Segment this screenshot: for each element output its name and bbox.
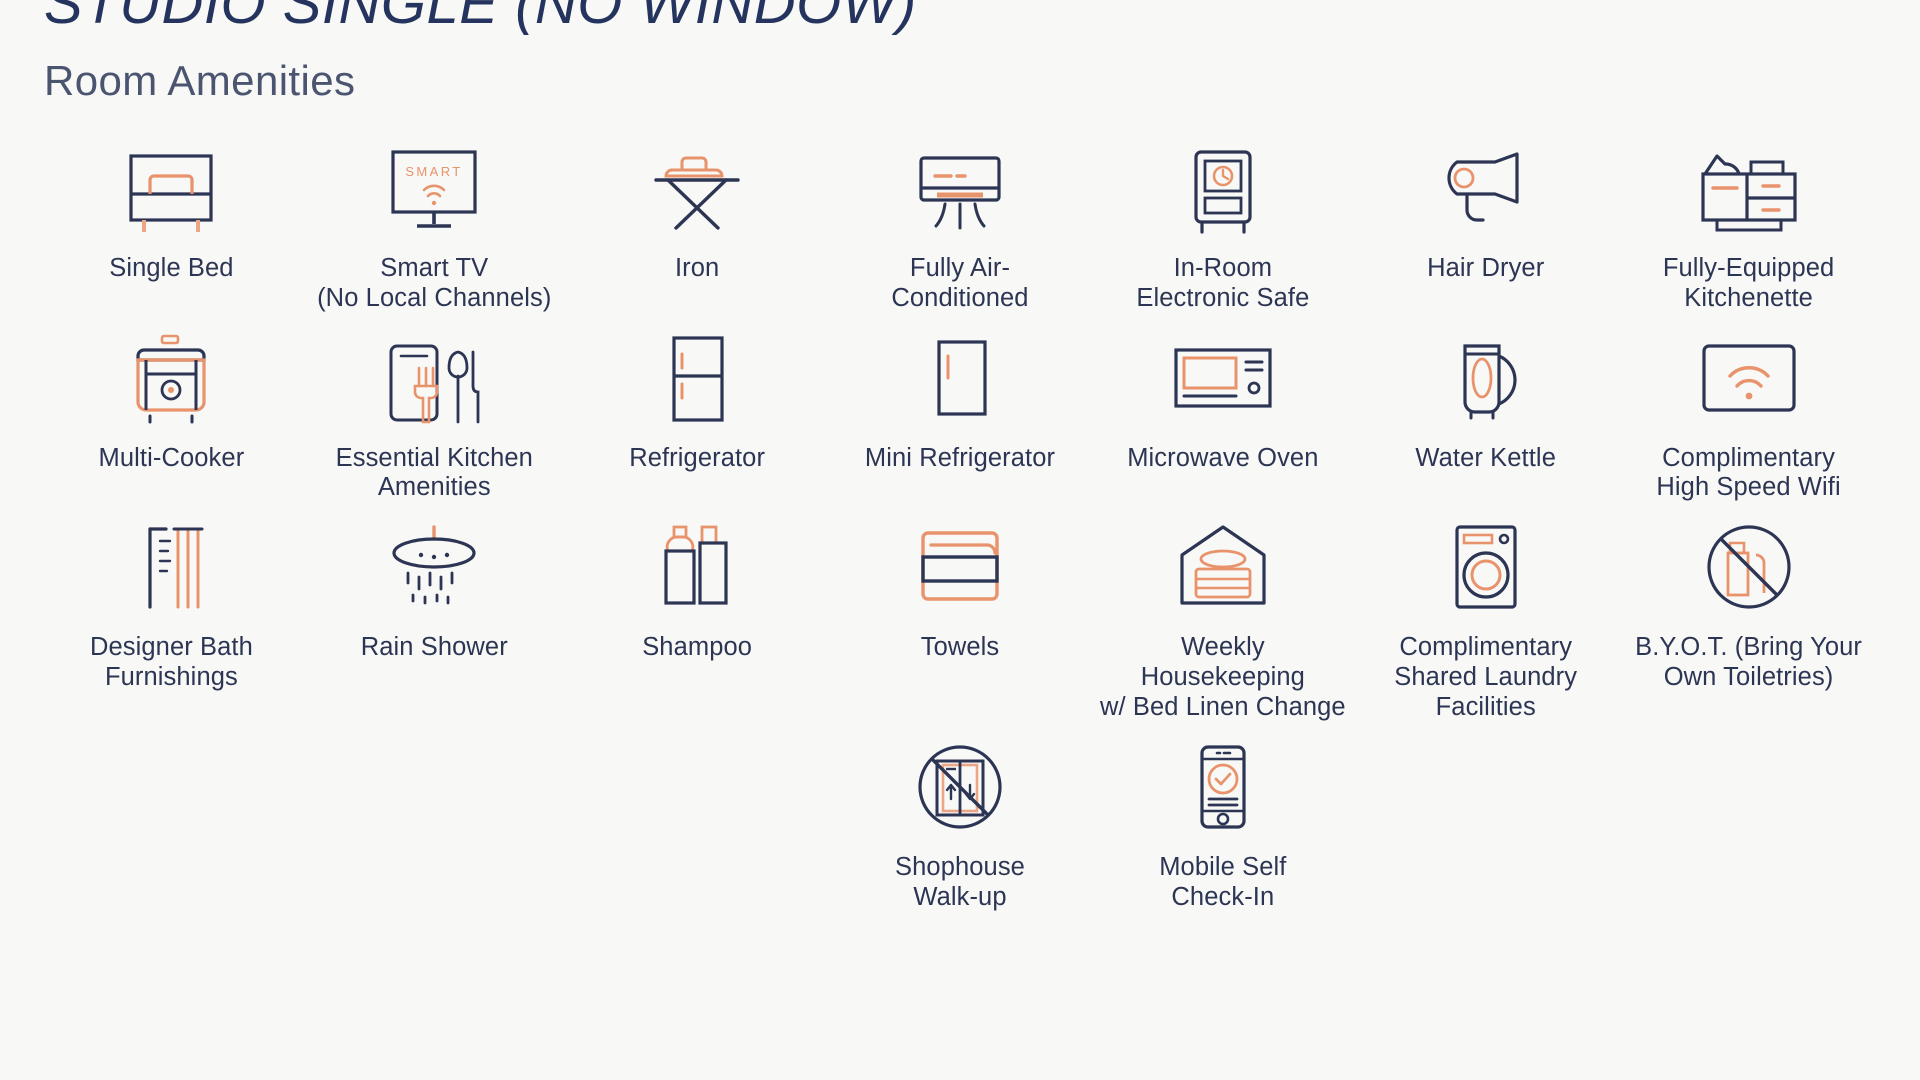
amenity-item-kitchenette: Fully-Equipped Kitchenette (1617, 140, 1880, 314)
hair-dryer-icon (1426, 140, 1546, 240)
single-bed-icon (111, 140, 231, 240)
amenity-item-microwave: Microwave Oven (1091, 330, 1354, 504)
amenity-label: Smart TV (No Local Channels) (317, 254, 552, 312)
amenity-item-hair-dryer: Hair Dryer (1354, 140, 1617, 314)
amenity-label: Essential Kitchen Amenities (335, 443, 533, 502)
mobile-checkin-icon (1163, 739, 1283, 839)
housekeeping-icon (1163, 519, 1283, 619)
smart-tv-icon: SMART (374, 140, 494, 240)
amenities-grid: Single Bed SMART Smart TV (No Local Chan… (40, 140, 1880, 912)
amenity-item-single-bed: Single Bed (40, 140, 303, 314)
amenity-label: Hair Dryer (1427, 254, 1545, 282)
section-subtitle: Room Amenities (44, 57, 356, 104)
amenity-item-smart-tv: SMART Smart TV (No Local Channels) (303, 140, 566, 314)
amenity-item-byot: B.Y.O.T. (Bring Your Own Toiletries) (1617, 519, 1880, 722)
amenity-item-multi-cooker: Multi-Cooker (40, 330, 303, 504)
safe-icon (1163, 140, 1283, 240)
amenity-label: Multi-Cooker (98, 443, 245, 472)
amenity-label: Microwave Oven (1127, 443, 1319, 472)
kettle-icon (1426, 330, 1546, 430)
amenity-label: Refrigerator (629, 443, 766, 472)
amenity-item-bath-furnishings: Designer Bath Furnishings (40, 519, 303, 722)
amenity-label: Iron (674, 254, 720, 282)
amenity-item-mobile-checkin: Mobile Self Check-In (1091, 739, 1354, 913)
rain-shower-icon (374, 519, 494, 619)
no-elevator-icon (900, 739, 1020, 839)
amenity-label: Weekly Housekeeping w/ Bed Linen Change (1099, 633, 1346, 721)
amenity-item-towels: Towels (829, 519, 1092, 722)
amenity-label: Fully-Equipped Kitchenette (1662, 254, 1835, 312)
amenity-item-refrigerator: Refrigerator (566, 330, 829, 504)
amenities-page: STUDIO SINGLE (NO WINDOW) Room Amenities… (0, 0, 1920, 1080)
amenity-item-shared-laundry: Complimentary Shared Laundry Facilities (1354, 519, 1617, 722)
towels-icon (900, 519, 1020, 619)
multi-cooker-icon (111, 330, 231, 430)
amenity-label: Shophouse Walk-up (895, 852, 1025, 911)
amenity-label: Complimentary Shared Laundry Facilities (1394, 633, 1578, 721)
washing-machine-icon (1426, 519, 1546, 619)
amenity-label: Complimentary High Speed Wifi (1656, 443, 1841, 502)
air-conditioner-icon (900, 140, 1020, 240)
cutlery-icon (374, 330, 494, 430)
amenity-label: Shampoo (642, 633, 753, 662)
amenity-label: Towels (920, 633, 1000, 662)
amenity-item-iron: Iron (566, 140, 829, 314)
page-title: STUDIO SINGLE (NO WINDOW) (44, 0, 917, 36)
smart-tv-label: SMART (406, 164, 463, 179)
amenity-item-electronic-safe: In-Room Electronic Safe (1091, 140, 1354, 314)
amenity-label: Water Kettle (1415, 443, 1556, 472)
amenity-label: Mini Refrigerator (864, 443, 1056, 472)
iron-icon (637, 140, 757, 240)
amenity-item-kitchen-amenities: Essential Kitchen Amenities (303, 330, 566, 504)
amenity-label: Single Bed (109, 254, 234, 282)
amenity-label: Fully Air- Conditioned (891, 254, 1029, 312)
no-toiletries-icon (1689, 519, 1809, 619)
amenity-label: B.Y.O.T. (Bring Your Own Toiletries) (1635, 633, 1863, 692)
wifi-icon (1689, 330, 1809, 430)
amenity-item-shampoo: Shampoo (566, 519, 829, 722)
amenity-label: Rain Shower (360, 633, 508, 662)
shampoo-icon (637, 519, 757, 619)
amenity-label: Designer Bath Furnishings (89, 633, 253, 692)
amenity-item-shophouse-walkup: Shophouse Walk-up (829, 739, 1092, 913)
mini-refrigerator-icon (900, 330, 1020, 430)
kitchenette-icon (1689, 140, 1809, 240)
microwave-icon (1163, 330, 1283, 430)
amenity-item-wifi: Complimentary High Speed Wifi (1617, 330, 1880, 504)
amenity-item-air-conditioned: Fully Air- Conditioned (829, 140, 1092, 314)
amenity-label: In-Room Electronic Safe (1136, 254, 1310, 312)
amenity-item-mini-refrigerator: Mini Refrigerator (829, 330, 1092, 504)
refrigerator-icon (637, 330, 757, 430)
amenity-item-rain-shower: Rain Shower (303, 519, 566, 722)
amenity-label: Mobile Self Check-In (1159, 852, 1287, 911)
amenity-item-housekeeping: Weekly Housekeeping w/ Bed Linen Change (1091, 519, 1354, 722)
amenity-item-water-kettle: Water Kettle (1354, 330, 1617, 504)
bath-furnishings-icon (111, 519, 231, 619)
